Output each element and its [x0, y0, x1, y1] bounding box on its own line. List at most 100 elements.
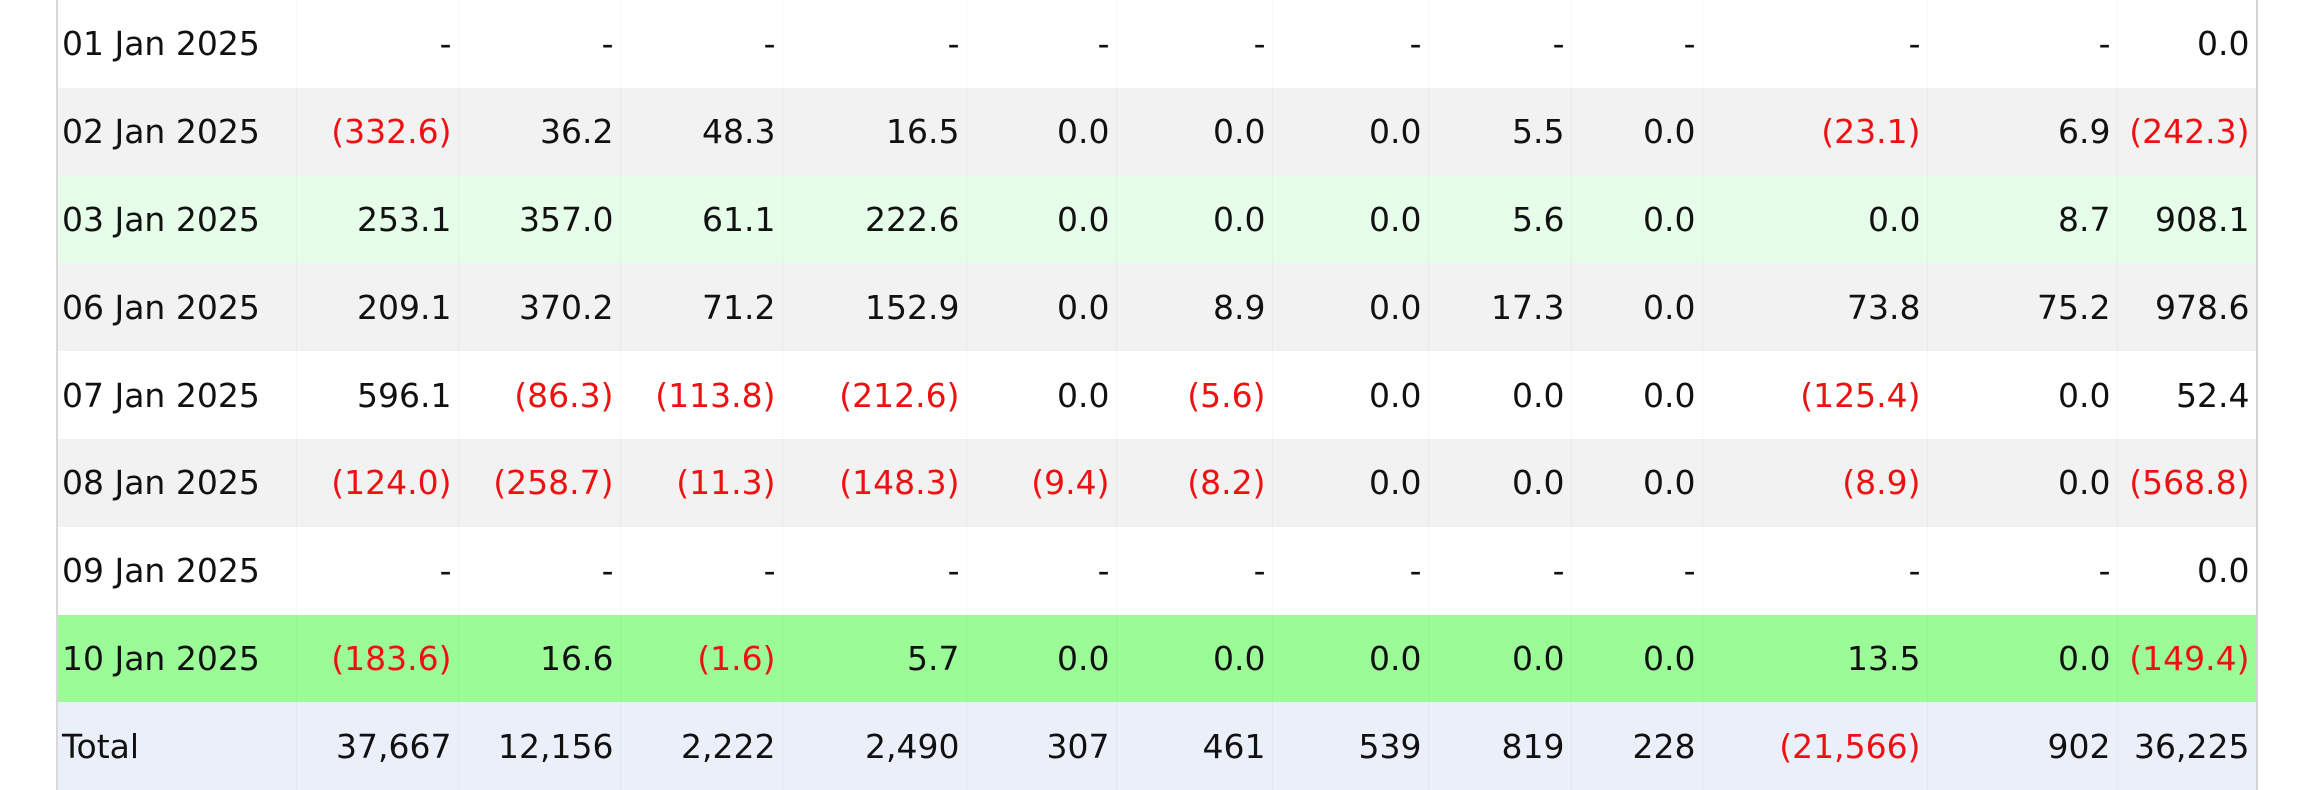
value-cell: 0.0: [1116, 175, 1272, 264]
value-cell: -: [296, 0, 458, 88]
value-cell: 2,490: [782, 702, 966, 790]
value-cell: -: [1571, 526, 1702, 615]
value-cell: 0.0: [966, 87, 1116, 176]
value-cell: 0.0: [966, 614, 1116, 703]
value-cell: 16.6: [458, 614, 620, 703]
value-cell: 0.0: [1272, 438, 1428, 527]
value-cell: 52.4: [2117, 351, 2256, 439]
value-cell: -: [1272, 0, 1428, 88]
value-cell: 0.0: [1927, 351, 2117, 439]
value-cell: (5.6): [1116, 351, 1272, 439]
value-cell: (86.3): [458, 351, 620, 439]
value-cell: 61.1: [620, 175, 782, 264]
value-cell: 461: [1116, 702, 1272, 790]
date-cell: 03 Jan 2025: [58, 175, 296, 264]
value-cell: (148.3): [782, 438, 966, 527]
value-cell: 0.0: [966, 351, 1116, 439]
value-cell: -: [458, 526, 620, 615]
value-cell: 0.0: [1571, 263, 1702, 352]
value-cell: 75.2: [1927, 263, 2117, 352]
value-cell: 16.5: [782, 87, 966, 176]
value-cell: 0.0: [1571, 175, 1702, 264]
table-row: 06 Jan 2025 209.1 370.2 71.2 152.9 0.0 8.9 0.0 1…: [58, 263, 2256, 352]
value-cell: 253.1: [296, 175, 458, 264]
table-row: 03 Jan 2025 253.1 357.0 61.1 222.6 0.0 0.0 0.0 5…: [58, 175, 2256, 264]
value-cell: 0.0: [1571, 87, 1702, 176]
value-cell: 307: [966, 702, 1116, 790]
value-cell: 978.6: [2117, 263, 2256, 352]
value-cell: 73.8: [1702, 263, 1927, 352]
value-cell: 0.0: [1116, 614, 1272, 703]
value-cell: 36.2: [458, 87, 620, 176]
table-row: 01 Jan 2025- - - - - - - - - - -0.0: [58, 0, 2256, 88]
value-cell: 36,225: [2117, 702, 2256, 790]
value-cell: (23.1): [1702, 87, 1927, 176]
value-cell: 5.5: [1428, 87, 1571, 176]
value-cell: -: [296, 526, 458, 615]
value-cell: 152.9: [782, 263, 966, 352]
value-cell: -: [620, 526, 782, 615]
value-cell: (11.3): [620, 438, 782, 527]
table-row: 07 Jan 2025 596.1 (86.3) (113.8) (212.6) 0.0(…: [58, 351, 2256, 439]
value-cell: 0.0: [1428, 614, 1571, 703]
value-cell: (258.7): [458, 438, 620, 527]
table-row: 09 Jan 2025- - - - - - - - - - -0.0: [58, 526, 2256, 615]
value-cell: 819: [1428, 702, 1571, 790]
value-cell: 0.0: [1702, 175, 1927, 264]
value-cell: (1.6): [620, 614, 782, 703]
value-cell: 0.0: [966, 175, 1116, 264]
value-cell: 222.6: [782, 175, 966, 264]
value-cell: (332.6): [296, 87, 458, 176]
value-cell: -: [1428, 0, 1571, 88]
value-cell: -: [1702, 526, 1927, 615]
value-cell: 0.0: [1571, 351, 1702, 439]
value-cell: (9.4): [966, 438, 1116, 527]
value-cell: 0.0: [1428, 351, 1571, 439]
value-cell: (124.0): [296, 438, 458, 527]
value-cell: 539: [1272, 702, 1428, 790]
value-cell: (183.6): [296, 614, 458, 703]
value-cell: (242.3): [2117, 87, 2256, 176]
value-cell: 37,667: [296, 702, 458, 790]
value-cell: -: [966, 0, 1116, 88]
value-cell: 370.2: [458, 263, 620, 352]
value-cell: 6.9: [1927, 87, 2117, 176]
total-row: Total 37,667 12,156 2,222 2,490 307 461 539 819 2…: [58, 702, 2256, 790]
value-cell: 8.9: [1116, 263, 1272, 352]
value-cell: 5.6: [1428, 175, 1571, 264]
date-cell: 06 Jan 2025: [58, 263, 296, 352]
value-cell: -: [1428, 526, 1571, 615]
value-cell: -: [1927, 526, 2117, 615]
value-cell: 902: [1927, 702, 2117, 790]
value-cell: (21,566): [1702, 702, 1927, 790]
value-cell: (113.8): [620, 351, 782, 439]
value-cell: 0.0: [1272, 614, 1428, 703]
value-cell: -: [1927, 0, 2117, 88]
value-cell: (8.2): [1116, 438, 1272, 527]
value-cell: 0.0: [1272, 87, 1428, 176]
value-cell: -: [620, 0, 782, 88]
value-cell: 908.1: [2117, 175, 2256, 264]
value-cell: 0.0: [1272, 263, 1428, 352]
date-cell: 08 Jan 2025: [58, 438, 296, 527]
value-cell: 0.0: [2117, 526, 2256, 615]
table-body: 01 Jan 2025- - - - - - - - - - -0.0 02 Jan 2025 (332…: [58, 0, 2256, 790]
value-cell: -: [1571, 0, 1702, 88]
value-cell: 357.0: [458, 175, 620, 264]
table-row: 10 Jan 2025 (183.6) 16.6 (1.6) 5.7 0.0 0.0 0.0 0…: [58, 614, 2256, 703]
value-cell: -: [1702, 0, 1927, 88]
value-cell: -: [1272, 526, 1428, 615]
value-cell: 0.0: [966, 263, 1116, 352]
value-cell: (125.4): [1702, 351, 1927, 439]
value-cell: 48.3: [620, 87, 782, 176]
value-cell: 2,222: [620, 702, 782, 790]
table-row: 08 Jan 2025 (124.0) (258.7) (11.3) (148.3) (9…: [58, 438, 2256, 527]
date-cell: 09 Jan 2025: [58, 526, 296, 615]
value-cell: -: [782, 0, 966, 88]
value-cell: 5.7: [782, 614, 966, 703]
value-cell: -: [458, 0, 620, 88]
value-cell: 0.0: [1927, 438, 2117, 527]
value-cell: 596.1: [296, 351, 458, 439]
value-cell: 0.0: [1927, 614, 2117, 703]
value-cell: 71.2: [620, 263, 782, 352]
